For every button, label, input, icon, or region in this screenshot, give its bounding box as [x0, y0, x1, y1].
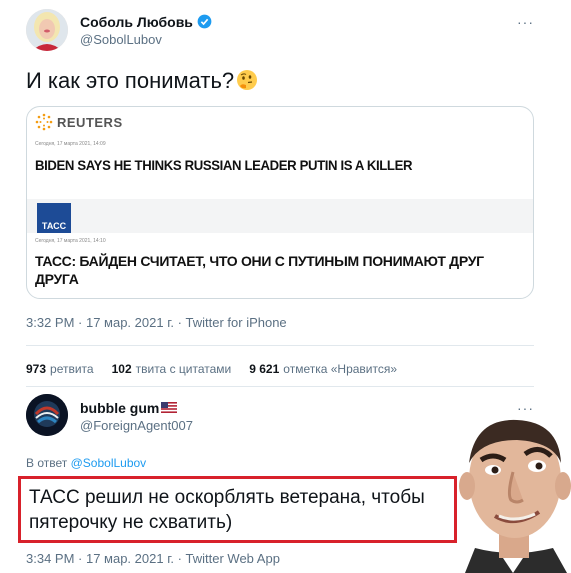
card-headline-1: BIDEN SAYS HE THINKS RUSSIAN LEADER PUTI…	[35, 157, 413, 173]
more-icon[interactable]: ···	[517, 14, 534, 30]
author-avatar[interactable]	[26, 9, 68, 51]
retweet-count-value: 973	[26, 362, 47, 376]
reply-timestamp[interactable]: 3:34 PM · 17 мар. 2021 г. · Twitter Web …	[26, 551, 280, 566]
reuters-wordmark: REUTERS	[57, 114, 123, 130]
reply-author-name[interactable]: bubble gum	[80, 400, 178, 416]
reuters-logo: REUTERS	[35, 113, 123, 131]
tweet-timestamp[interactable]: 3:32 PM · 17 мар. 2021 г. · Twitter for …	[26, 315, 287, 330]
tass-logo-text: ТАСС	[41, 221, 67, 231]
reply-text: ТАСС решил не оскорблять ветерана, чтобы…	[29, 487, 425, 533]
thinking-face-emoji	[236, 69, 258, 91]
tweet-text-content: И как это понимать?	[26, 68, 235, 93]
tass-logo-icon: ТАСС	[37, 203, 71, 233]
reply-avatar[interactable]	[26, 394, 68, 436]
verified-badge-icon	[197, 14, 212, 32]
card-date-1: Сегодня, 17 марта 2021, 14:09	[35, 141, 106, 147]
link-card[interactable]: REUTERS Сегодня, 17 марта 2021, 14:09 BI…	[26, 106, 534, 299]
card-date-2: Сегодня, 17 марта 2021, 14:10	[35, 238, 106, 244]
tweet-stats: 973 ретвита 102 твита с цитатами 9 621 отме…	[26, 362, 397, 376]
reply-to-prefix: В ответ	[26, 456, 68, 470]
like-count-value: 9 621	[249, 362, 280, 376]
tweet-text: И как это понимать?	[26, 68, 258, 94]
author-handle[interactable]: @SobolLubov	[80, 32, 162, 47]
like-count-label: отметка «Нравится»	[283, 362, 398, 376]
quote-count-value: 102	[111, 362, 132, 376]
retweet-count-label: ретвита	[50, 362, 94, 376]
quote-count-label: твита с цитатами	[135, 362, 232, 376]
reply-author-handle[interactable]: @ForeignAgent007	[80, 418, 193, 433]
reply-highlight-box: ТАСС решил не оскорблять ветерана, чтобы…	[18, 476, 457, 543]
divider	[26, 386, 534, 387]
reply-to-link[interactable]: @SobolLubov	[71, 456, 147, 470]
like-count[interactable]: 9 621 отметка «Нравится»	[249, 362, 397, 376]
card-headline-2: ТАСС: БАЙДЕН СЧИТАЕТ, ЧТО ОНИ С ПУТИНЫМ …	[35, 253, 484, 287]
tass-band	[27, 199, 533, 233]
reply-to-line: В ответ @SobolLubov	[26, 456, 146, 470]
meme-face-image	[455, 408, 571, 573]
reply-author-name-text[interactable]: bubble gum	[80, 400, 159, 416]
reuters-logo-icon	[35, 113, 53, 131]
divider	[26, 345, 534, 346]
us-flag-emoji	[161, 400, 178, 413]
quote-count[interactable]: 102 твита с цитатами	[112, 362, 232, 376]
author-name-text[interactable]: Соболь Любовь	[80, 14, 193, 30]
author-name[interactable]: Соболь Любовь	[80, 14, 212, 32]
retweet-count[interactable]: 973 ретвита	[26, 362, 94, 376]
